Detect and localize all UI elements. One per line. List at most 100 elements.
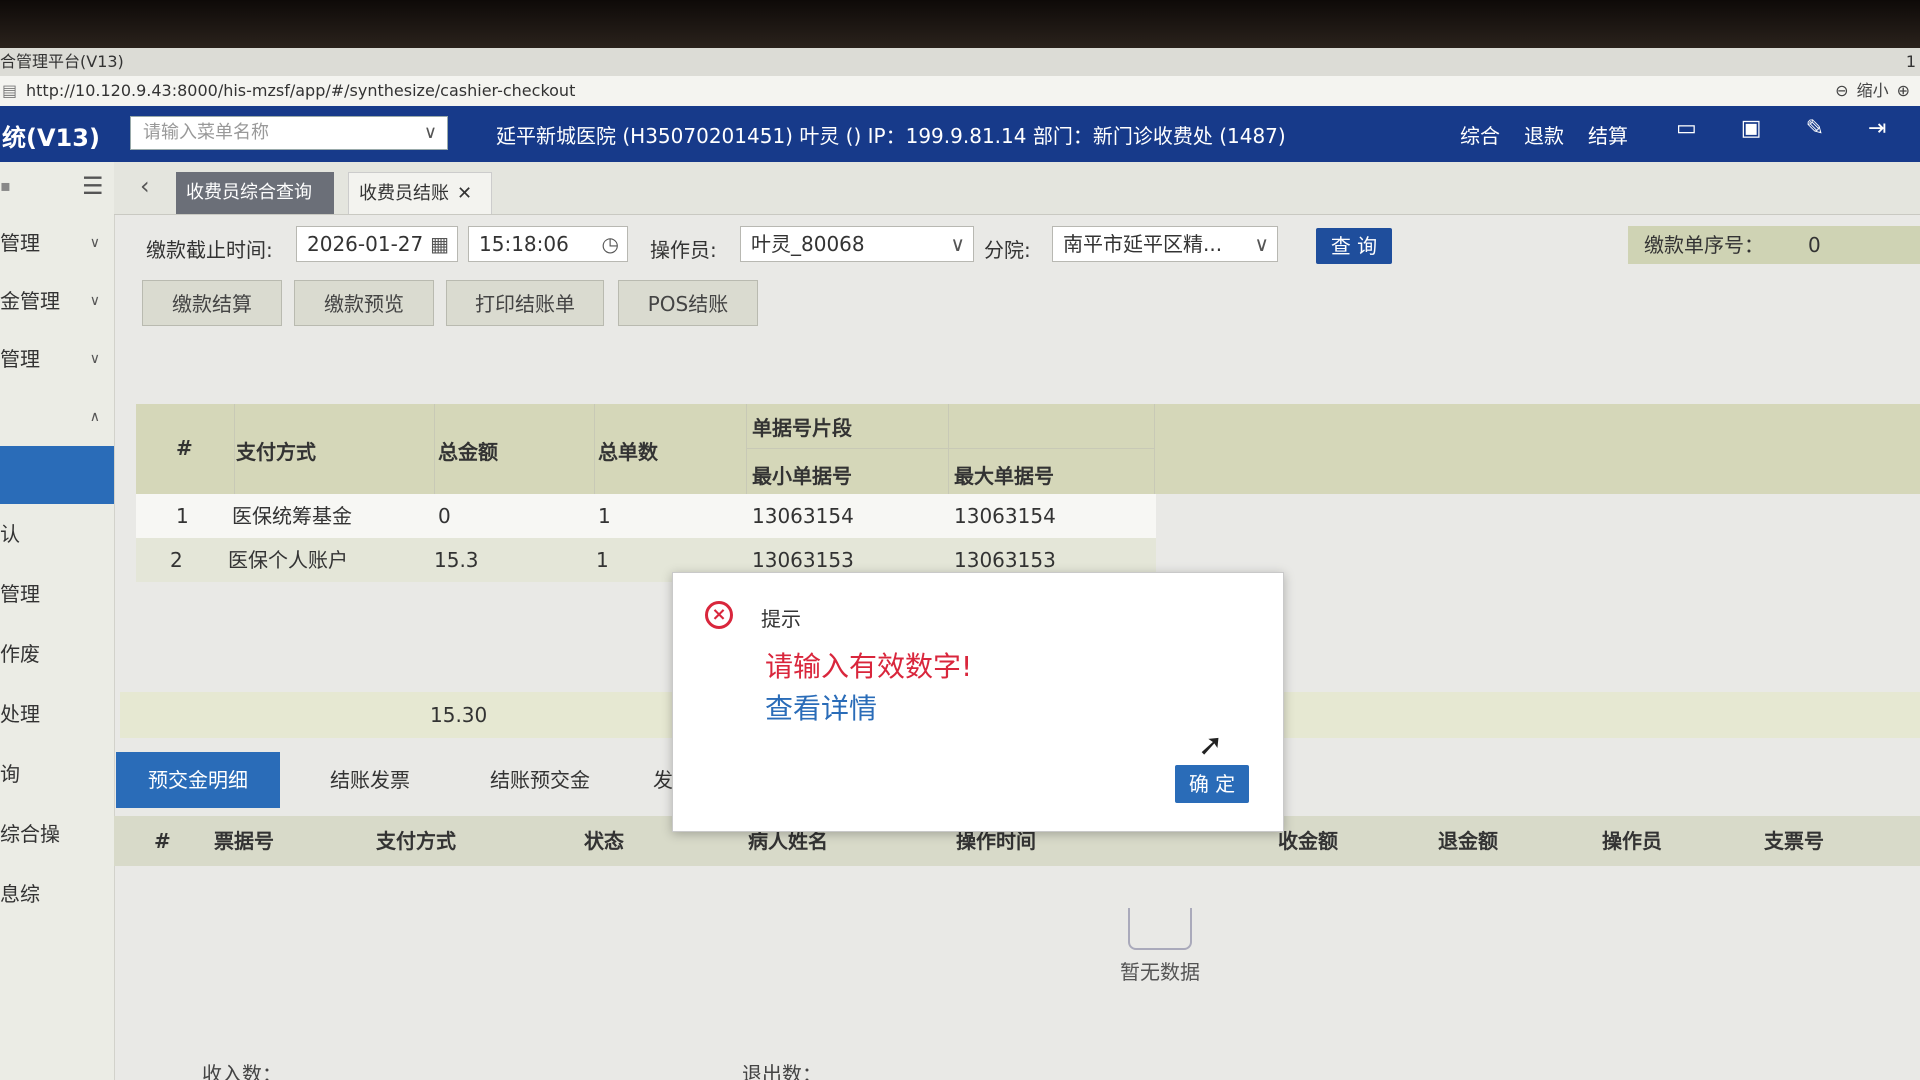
date-picker[interactable]: 2026-01-27 ▦ (296, 226, 458, 262)
tab-cashier-query[interactable]: 收费员综合查询 (176, 172, 334, 214)
empty-state: 暂无数据 (1080, 900, 1240, 985)
tab-checkout-deposit[interactable]: 结账预交金 (460, 752, 620, 808)
header-divider (746, 448, 1154, 449)
sidebar-item-label: 金管理 (0, 289, 60, 313)
col-header-check-no: 支票号 (1764, 829, 1824, 853)
col-header-status: 状态 (584, 829, 624, 853)
view-details-link[interactable]: 查看详情 (765, 687, 877, 727)
chevron-up-icon: ∧ (89, 409, 100, 425)
pos-checkout-button[interactable]: POS结账 (618, 280, 758, 326)
tab-label: 收费员综合查询 (186, 182, 312, 203)
dialog-title: 提示 (761, 607, 801, 631)
empty-inbox-icon (1128, 908, 1192, 950)
query-button[interactable]: 查 询 (1316, 228, 1392, 264)
sidebar-item-label: 管理 (0, 347, 40, 371)
cell-index: 1 (176, 504, 189, 528)
col-header-min: 最小单据号 (752, 464, 852, 488)
exit-icon[interactable]: ⇥ (1868, 116, 1886, 141)
tab-deposit-detail[interactable]: 预交金明细 (116, 752, 280, 808)
cell-pay-method: 医保统筹基金 (232, 504, 352, 528)
cell-total-amount: 0 (438, 504, 451, 528)
settle-payment-button[interactable]: 缴款结算 (142, 280, 282, 326)
header-link-summary[interactable]: 综合 (1460, 120, 1500, 149)
dialog-message: 请输入有效数字! (765, 650, 973, 683)
sidebar-subitem-2[interactable]: 管理 (0, 564, 114, 624)
zoom-in-icon[interactable]: ⊕ (1897, 76, 1910, 106)
chevron-down-icon: ∨ (423, 122, 437, 143)
sidebar-subitem-3[interactable]: 作废 (0, 624, 114, 684)
time-picker[interactable]: 15:18:06 ◷ (468, 226, 628, 262)
menu-toggle-icon[interactable]: ☰ (82, 172, 104, 200)
zoom-out-label[interactable]: 缩小 (1857, 76, 1889, 106)
time-value: 15:18:06 (479, 232, 569, 256)
cell-min: 13063154 (752, 504, 854, 528)
cell-total-amount: 15.3 (434, 548, 479, 572)
card-icon[interactable]: ▭ (1676, 116, 1697, 141)
sidebar-subitem-7[interactable]: 息综 (0, 864, 114, 924)
zoom-out-icon[interactable]: ⊖ (1835, 76, 1848, 106)
header-link-settle[interactable]: 结算 (1588, 120, 1628, 149)
screen-icon[interactable]: ▣ (1741, 116, 1762, 141)
seq-value: 0 (1808, 233, 1821, 257)
col-header-ticket-no: 票据号 (214, 829, 274, 853)
chevron-down-icon: ∨ (1254, 232, 1269, 256)
branch-select[interactable]: 南平市延平区精... ∨ (1052, 226, 1278, 262)
tab-scroll-left-icon[interactable]: ‹ (140, 172, 150, 200)
sidebar-item-active[interactable] (0, 446, 114, 504)
close-icon[interactable]: ✕ (457, 183, 472, 204)
palette-icon[interactable]: ✎ (1806, 116, 1824, 141)
sidebar-subitem-5[interactable]: 询 (0, 744, 114, 804)
ok-button[interactable]: 确 定 (1175, 765, 1249, 803)
cell-total-count: 1 (596, 548, 609, 572)
chevron-down-icon: ∨ (950, 232, 965, 256)
col-header-index: # (176, 436, 193, 460)
cell-pay-method: 医保个人账户 (228, 548, 348, 572)
zoom-controls: ⊖ 缩小 ⊕ (1835, 76, 1910, 106)
screen: 合管理平台(V13) 1 ▤ http://10.120.9.43:8000/h… (0, 48, 1920, 1080)
sidebar-subitem-4[interactable]: 处理 (0, 684, 114, 744)
url-text[interactable]: http://10.120.9.43:8000/his-mzsf/app/#/s… (26, 76, 575, 106)
tab-checkout-invoice[interactable]: 结账发票 (300, 752, 440, 808)
sidebar-item-3[interactable]: 管理 ∨ (0, 330, 114, 388)
col-header-operator: 操作员 (1602, 829, 1662, 853)
header-link-refund[interactable]: 退款 (1524, 120, 1564, 149)
titlebar-number: 1 (1905, 52, 1916, 71)
chevron-down-icon: ∨ (89, 293, 100, 309)
col-header-pay-method: 支付方式 (236, 440, 316, 464)
cell-max: 13063154 (954, 504, 1056, 528)
tab-cashier-checkout[interactable]: 收费员结账 ✕ (348, 172, 492, 214)
print-statement-button[interactable]: 打印结账单 (446, 280, 604, 326)
mouse-cursor-icon: ➚ (1198, 728, 1224, 763)
payment-seq-field[interactable]: 缴款单序号： 0 (1628, 226, 1920, 264)
footer-summary: 收入数： 退出数： (114, 1052, 1920, 1080)
hospital-info: 延平新城医院 (H35070201451) 叶灵 () IP：199.9.81.… (496, 124, 1286, 148)
sidebar-item-2[interactable]: 金管理 ∨ (0, 272, 114, 330)
monitor-bezel (0, 0, 1920, 48)
cell-total-count: 1 (598, 504, 611, 528)
sidebar-item-1[interactable]: 管理 ∨ (0, 214, 114, 272)
table-row[interactable]: 1 医保统筹基金 0 1 13063154 13063154 (136, 494, 1156, 538)
chevron-down-icon: ∨ (89, 351, 100, 367)
menu-search-select[interactable]: 请输入菜单名称 ∨ (130, 116, 448, 150)
alert-dialog: × 提示 请输入有效数字! 查看详情 确 定 (672, 572, 1284, 832)
payment-preview-button[interactable]: 缴款预览 (294, 280, 434, 326)
operator-select[interactable]: 叶灵_80068 ∨ (740, 226, 974, 262)
sidebar-subitem-6[interactable]: 综合操 (0, 804, 114, 864)
col-header-refunded: 退金额 (1438, 829, 1498, 853)
address-bar[interactable]: ▤ http://10.120.9.43:8000/his-mzsf/app/#… (0, 76, 1920, 107)
col-header-received: 收金额 (1278, 829, 1338, 853)
window-title: 合管理平台(V13) (0, 52, 124, 71)
cell-index: 2 (170, 548, 183, 572)
tab-label: 收费员结账 (359, 183, 449, 204)
refund-label: 退出数： (742, 1062, 822, 1080)
header-icons: ▭ ▣ ✎ ⇥ (1676, 116, 1886, 141)
col-header-max: 最大单据号 (954, 464, 1054, 488)
sidebar-group-open[interactable]: ∧ (0, 388, 114, 446)
branch-value: 南平市延平区精... (1063, 232, 1223, 256)
header-links: 综合 退款 结算 (1460, 120, 1628, 149)
tab-bar: ☰ ‹ 收费员综合查询 收费员结账 ✕ (82, 162, 1920, 215)
branch-label: 分院: (984, 238, 1031, 262)
empty-text: 暂无数据 (1120, 960, 1200, 984)
col-header-range: 单据号片段 (752, 416, 852, 440)
sidebar-subitem-1[interactable]: 认 (0, 504, 114, 564)
